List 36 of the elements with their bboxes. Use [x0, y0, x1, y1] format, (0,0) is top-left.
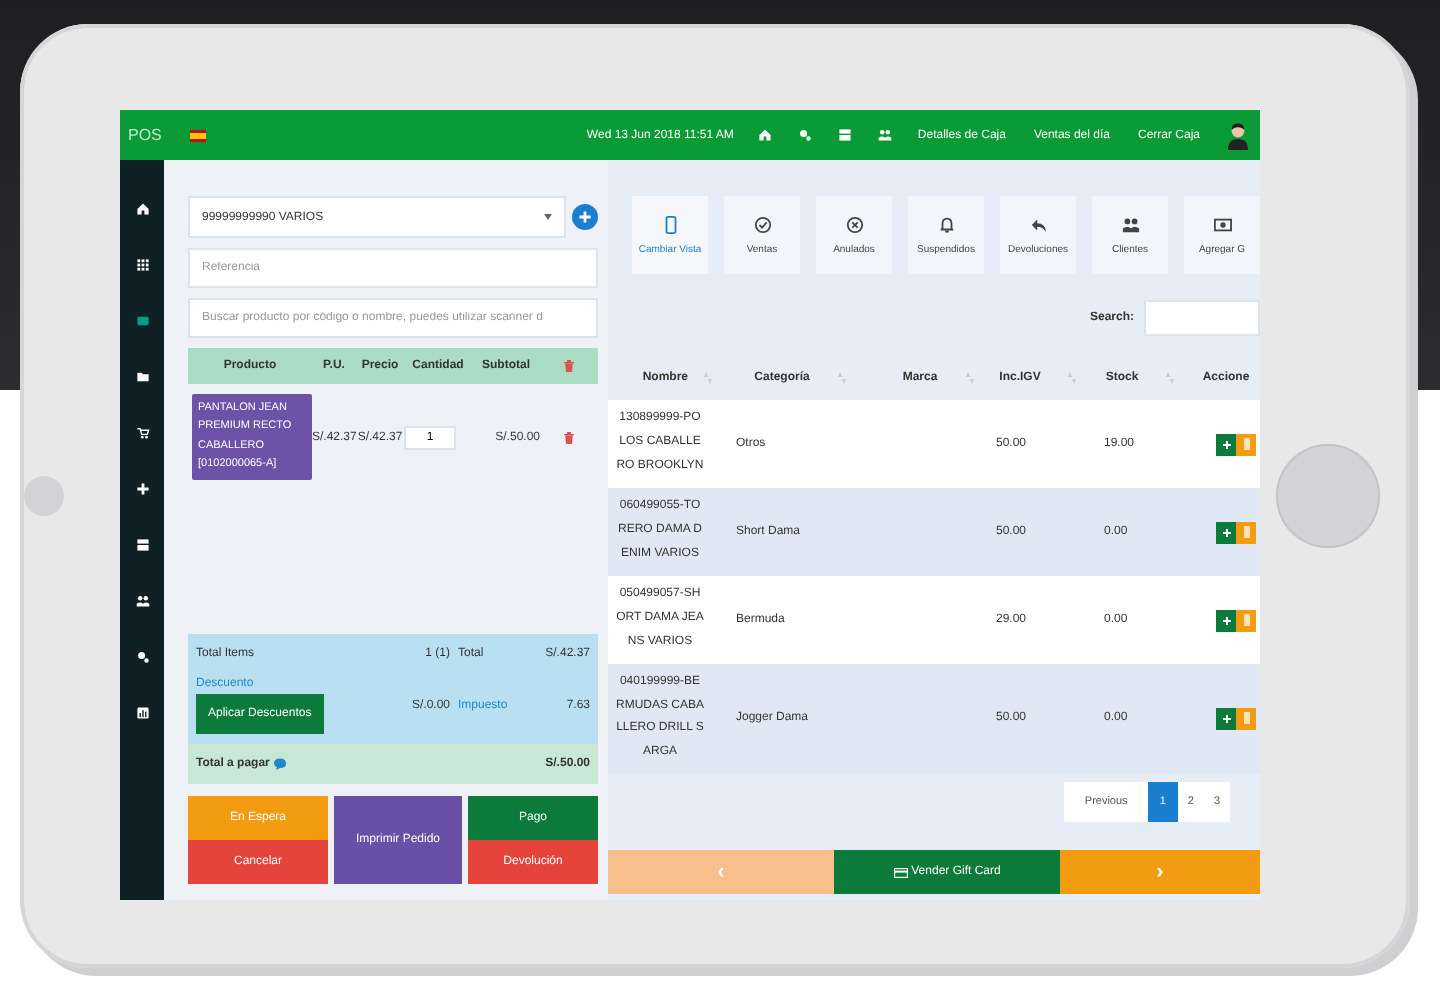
cancel-circle-icon [845, 215, 863, 233]
tablet-icon [661, 215, 679, 233]
menu-icon[interactable] [131, 533, 153, 555]
comment-icon [273, 758, 286, 770]
plus-icon [1221, 615, 1231, 625]
caret-icon [544, 214, 552, 220]
trash-icon[interactable] [564, 360, 574, 372]
menu-icon[interactable] [131, 701, 153, 723]
add-button[interactable] [1216, 609, 1236, 631]
plus-icon [578, 210, 592, 224]
search-field[interactable] [1144, 300, 1260, 336]
banknote-icon [1213, 215, 1231, 233]
avatar-icon[interactable] [1228, 121, 1248, 149]
plus-icon [1221, 527, 1231, 537]
menu-icon[interactable] [131, 477, 153, 499]
trash-icon[interactable] [564, 431, 574, 444]
app-title: POS [128, 126, 162, 144]
bar-icon [1243, 712, 1249, 725]
plus-icon [1221, 439, 1231, 449]
plus-icon [1221, 713, 1231, 724]
option-button[interactable] [1236, 433, 1256, 455]
bar-icon [1243, 526, 1249, 538]
bell-icon [937, 215, 955, 233]
check-circle-icon [753, 215, 771, 233]
add-customer-button[interactable] [572, 204, 598, 230]
reply-icon [1029, 215, 1047, 233]
users-icon [1121, 215, 1139, 233]
card-icon [893, 867, 908, 877]
add-button[interactable] [1216, 707, 1236, 730]
bar-icon [1243, 438, 1249, 450]
bar-icon [1243, 614, 1249, 626]
option-button[interactable] [1236, 609, 1256, 631]
flag-icon[interactable] [189, 129, 206, 141]
add-button[interactable] [1216, 433, 1236, 455]
add-button[interactable] [1216, 521, 1236, 543]
menu-icon[interactable] [131, 253, 153, 275]
